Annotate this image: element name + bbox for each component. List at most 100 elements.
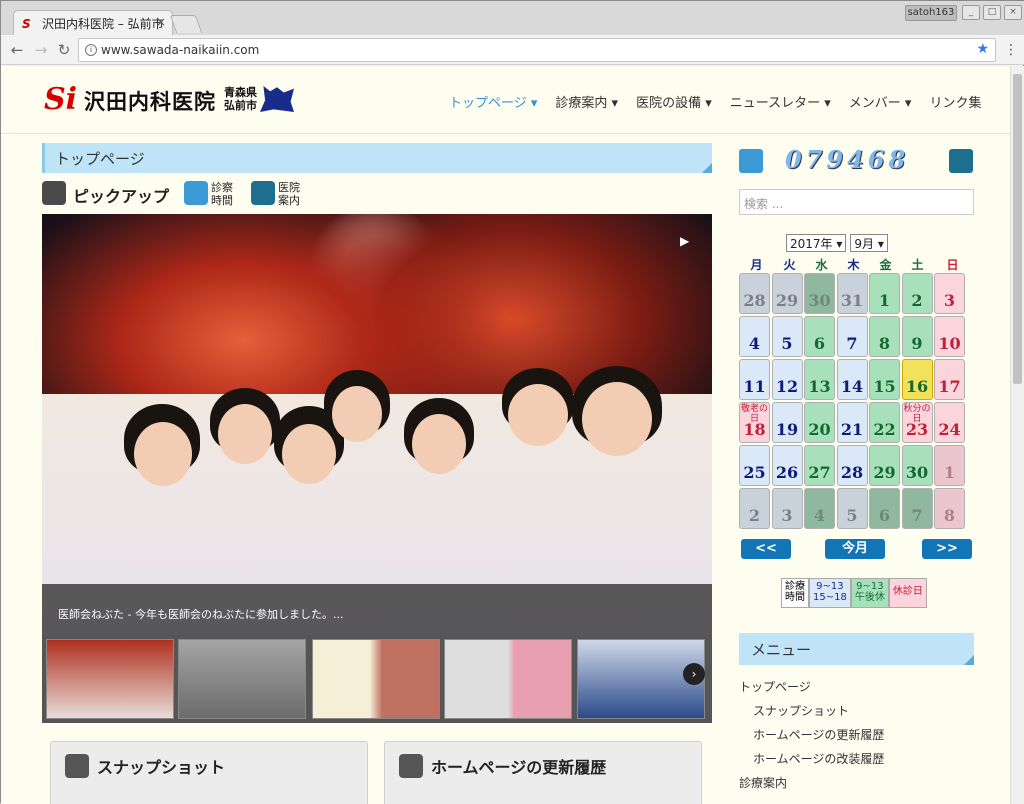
calendar-day[interactable]: 2 <box>739 488 770 529</box>
holiday-label: 敬老の日 <box>740 404 768 424</box>
calendar-day[interactable]: 5 <box>836 488 868 529</box>
menu-renewal-history[interactable]: ホームページの改装履歴 <box>739 747 884 771</box>
calendar-day[interactable]: 4 <box>804 488 835 529</box>
calendar-day[interactable]: 28 <box>836 445 868 486</box>
calendar-day[interactable]: 3 <box>771 488 803 529</box>
calendar-day[interactable]: 15 <box>869 359 900 400</box>
user-profile[interactable]: satoh163 <box>905 5 957 21</box>
calendar-day[interactable]: 8 <box>934 488 965 529</box>
calendar-day[interactable]: 22 <box>869 402 900 443</box>
browser-menu-icon[interactable]: ⋮ <box>1004 42 1018 58</box>
calendar-day[interactable]: 30 <box>901 445 933 486</box>
car-icon[interactable] <box>251 181 275 205</box>
calendar-day[interactable]: 26 <box>771 445 803 486</box>
snapshot-title[interactable]: スナップショット <box>97 754 225 778</box>
thumbnail-3[interactable] <box>312 639 440 719</box>
prev-month-button[interactable]: << <box>741 539 791 559</box>
clock-icon[interactable] <box>184 181 208 205</box>
this-month-button[interactable]: 今月 <box>825 539 885 559</box>
maximize-icon[interactable]: □ <box>983 5 1001 20</box>
calendar-day[interactable]: 11 <box>739 359 770 400</box>
nav-facilities[interactable]: 医院の設備 ▾ <box>636 92 712 111</box>
calendar-day[interactable]: 3 <box>934 273 965 314</box>
calendar-day-number: 30 <box>905 463 929 482</box>
browser-window: S 沢田内科医院 – 弘前市 × satoh163 _ □ × ← → ↻ i … <box>0 0 1024 804</box>
calendar-day-number: 8 <box>878 334 891 353</box>
calendar-day[interactable]: 6 <box>869 488 900 529</box>
calendar-day[interactable]: 29 <box>771 273 803 314</box>
calendar-day[interactable]: 10 <box>934 316 965 357</box>
calendar-day[interactable]: 29 <box>869 445 900 486</box>
calendar-day[interactable]: 4 <box>739 316 770 357</box>
calendar-day[interactable]: 30 <box>804 273 835 314</box>
calendar-day[interactable]: 7 <box>901 488 933 529</box>
menu-top[interactable]: トップページ <box>739 675 884 699</box>
calendar-day[interactable]: 7 <box>836 316 868 357</box>
nav-top[interactable]: トップページ ▾ <box>449 92 537 111</box>
hero-slideshow[interactable]: ▶ 医師会ねぶた - 今年も医師会のねぶたに参加しました。... <box>42 214 712 635</box>
info-icon[interactable]: i <box>85 44 97 56</box>
calendar-day[interactable]: 19 <box>771 402 803 443</box>
nav-clinic-info[interactable]: 診療案内 ▾ <box>555 92 618 111</box>
thumbnail-4[interactable] <box>444 639 572 719</box>
tab-close-icon[interactable]: × <box>156 15 166 29</box>
calendar-day[interactable]: 1 <box>869 273 900 314</box>
minimize-icon[interactable]: _ <box>962 5 980 20</box>
calendar-day[interactable]: 9 <box>901 316 933 357</box>
calendar-day[interactable]: 20 <box>804 402 835 443</box>
calendar-day[interactable]: 16 <box>901 359 933 400</box>
calendar-day[interactable]: 13 <box>804 359 835 400</box>
year-select[interactable]: 2017年 ▾ <box>786 234 847 252</box>
reload-icon[interactable]: ↻ <box>54 41 74 59</box>
nav-members[interactable]: メンバー ▾ <box>849 92 912 111</box>
calendar-day[interactable]: 2 <box>901 273 933 314</box>
calendar-day[interactable]: 17 <box>934 359 965 400</box>
calendar-day[interactable]: 12 <box>771 359 803 400</box>
nav-newsletter[interactable]: ニュースレター ▾ <box>730 92 831 111</box>
thumbnail-1[interactable] <box>46 639 174 719</box>
url-text: www.sawada-naikaiin.com <box>101 43 260 57</box>
calendar-day[interactable]: 27 <box>804 445 835 486</box>
nav-links[interactable]: リンク集 <box>929 92 981 111</box>
calendar-day[interactable]: 6 <box>804 316 835 357</box>
site-logo[interactable]: Si 沢田内科医院 青森県 弘前市 <box>44 82 304 118</box>
calendar-day[interactable]: 23 秋分の日 <box>901 402 933 443</box>
calendar-day[interactable]: 8 <box>869 316 900 357</box>
bookmark-star-icon[interactable]: ★ <box>976 41 989 57</box>
clinic-link[interactable]: 医院 案内 <box>278 181 300 207</box>
calendar-day[interactable]: 25 <box>739 445 770 486</box>
calendar-day[interactable]: 21 <box>836 402 868 443</box>
close-window-icon[interactable]: × <box>1004 5 1022 20</box>
play-icon[interactable]: ▶ <box>680 234 689 248</box>
calendar-day[interactable]: 5 <box>771 316 803 357</box>
address-bar[interactable]: i www.sawada-naikaiin.com ★ <box>78 38 996 62</box>
main-nav: トップページ ▾ 診療案内 ▾ 医院の設備 ▾ ニュースレター ▾ メンバー ▾… <box>449 92 981 111</box>
clock-icon[interactable] <box>739 149 763 173</box>
dow-sat: 土 <box>911 258 924 272</box>
car-icon[interactable] <box>949 149 973 173</box>
next-month-button[interactable]: >> <box>922 539 972 559</box>
calendar-day[interactable]: 31 <box>836 273 868 314</box>
calendar-day[interactable]: 24 <box>934 402 965 443</box>
thumbnail-2[interactable] <box>178 639 306 719</box>
menu-clinic-info[interactable]: 診療案内 <box>739 771 884 795</box>
thumbnail-next-icon[interactable]: › <box>683 663 705 685</box>
calendar-day[interactable]: 28 <box>739 273 770 314</box>
browser-tab[interactable]: S 沢田内科医院 – 弘前市 × <box>13 10 173 35</box>
menu-update-history[interactable]: ホームページの更新履歴 <box>739 723 884 747</box>
month-select[interactable]: 9月 ▾ <box>850 234 888 252</box>
calendar-day[interactable]: 14 <box>836 359 868 400</box>
search-input[interactable]: 検索 ... <box>739 189 974 215</box>
menu-snapshot[interactable]: スナップショット <box>739 699 884 723</box>
hours-link[interactable]: 診察 時間 <box>211 181 233 207</box>
snapshot-box: スナップショット <box>50 741 368 804</box>
calendar-day[interactable]: 1 <box>934 445 965 486</box>
forward-icon[interactable]: → <box>31 41 51 59</box>
back-icon[interactable]: ← <box>7 41 27 59</box>
scrollbar-thumb[interactable] <box>1013 74 1022 384</box>
history-title[interactable]: ホームページの更新履歴 <box>431 754 606 778</box>
legend-full: 9~13 15~18 <box>809 578 851 608</box>
new-tab-button[interactable] <box>169 15 203 33</box>
hours-link-line2: 時間 <box>211 194 233 207</box>
calendar-day[interactable]: 18 敬老の日 <box>739 402 770 443</box>
